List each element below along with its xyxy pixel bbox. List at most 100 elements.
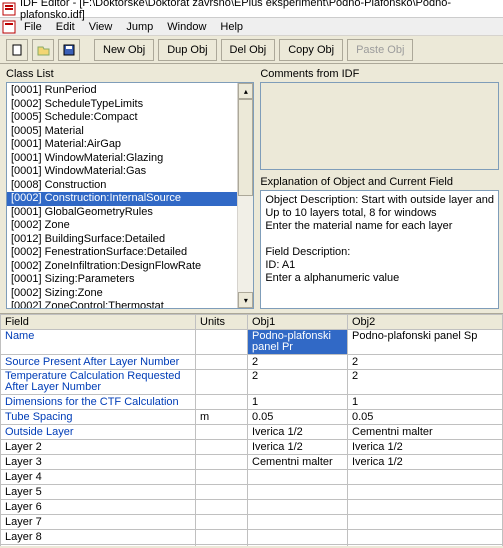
list-item[interactable]: [0002] Sizing:Zone: [7, 287, 237, 301]
cell-units[interactable]: [196, 395, 248, 410]
scroll-down-icon[interactable]: ▾: [238, 292, 253, 308]
cell-field[interactable]: Layer 4: [1, 470, 196, 485]
cell-obj1[interactable]: [248, 515, 348, 530]
list-item[interactable]: [0001] Sizing:Parameters: [7, 273, 237, 287]
col-obj1[interactable]: Obj1: [248, 315, 348, 330]
save-file-icon[interactable]: [58, 39, 80, 61]
cell-field[interactable]: Layer 6: [1, 500, 196, 515]
list-item[interactable]: [0001] WindowMaterial:Glazing: [7, 152, 237, 166]
cell-field[interactable]: Outside Layer: [1, 425, 196, 440]
scroll-up-icon[interactable]: ▴: [238, 83, 253, 99]
dup-obj-button[interactable]: Dup Obj: [158, 39, 216, 61]
list-item[interactable]: [0002] FenestrationSurface:Detailed: [7, 246, 237, 260]
cell-obj1[interactable]: 1: [248, 395, 348, 410]
cell-obj2[interactable]: 2: [348, 355, 503, 370]
cell-obj2[interactable]: [348, 470, 503, 485]
cell-obj2[interactable]: Cementni malter: [348, 425, 503, 440]
list-item[interactable]: [0001] Material:AirGap: [7, 138, 237, 152]
cell-units[interactable]: [196, 355, 248, 370]
list-item[interactable]: [0001] GlobalGeometryRules: [7, 206, 237, 220]
menu-file[interactable]: File: [18, 20, 48, 34]
cell-field[interactable]: Layer 8: [1, 530, 196, 545]
list-item[interactable]: [0005] Material: [7, 125, 237, 139]
cell-field[interactable]: Source Present After Layer Number: [1, 355, 196, 370]
cell-field[interactable]: Layer 9: [1, 545, 196, 547]
new-obj-button[interactable]: New Obj: [94, 39, 154, 61]
class-list[interactable]: [0001] RunPeriod[0002] ScheduleTypeLimit…: [6, 82, 254, 309]
list-item[interactable]: [0008] Construction: [7, 179, 237, 193]
cell-obj1[interactable]: Iverica 1/2: [248, 425, 348, 440]
mdi-icon[interactable]: [2, 20, 16, 34]
cell-obj2[interactable]: [348, 515, 503, 530]
cell-obj2[interactable]: [348, 530, 503, 545]
cell-obj1[interactable]: [248, 530, 348, 545]
cell-units[interactable]: [196, 425, 248, 440]
cell-obj2[interactable]: 2: [348, 370, 503, 395]
cell-obj2[interactable]: [348, 485, 503, 500]
cell-obj1[interactable]: Iverica 1/2: [248, 440, 348, 455]
cell-obj2[interactable]: 1: [348, 395, 503, 410]
cell-field[interactable]: Layer 5: [1, 485, 196, 500]
cell-units[interactable]: [196, 455, 248, 470]
cell-units[interactable]: [196, 515, 248, 530]
cell-units[interactable]: m: [196, 410, 248, 425]
cell-field[interactable]: Dimensions for the CTF Calculation: [1, 395, 196, 410]
cell-obj1[interactable]: [248, 485, 348, 500]
list-item[interactable]: [0002] ZoneInfiltration:DesignFlowRate: [7, 260, 237, 274]
field-grid[interactable]: Field Units Obj1 Obj2 Name Podno-plafonsk…: [0, 314, 503, 546]
cell-units[interactable]: [196, 545, 248, 547]
cell-obj2[interactable]: [348, 545, 503, 547]
menu-edit[interactable]: Edit: [50, 20, 81, 34]
menu-window[interactable]: Window: [161, 20, 212, 34]
cell-units[interactable]: [196, 470, 248, 485]
col-units[interactable]: Units: [196, 315, 248, 330]
cell-obj1[interactable]: Podno-plafonski panel Pr: [248, 330, 348, 355]
cell-obj1[interactable]: [248, 500, 348, 515]
menu-help[interactable]: Help: [214, 20, 249, 34]
del-obj-button[interactable]: Del Obj: [221, 39, 276, 61]
cell-obj1[interactable]: 2: [248, 370, 348, 395]
cell-field[interactable]: Name: [1, 330, 196, 355]
cell-units[interactable]: [196, 440, 248, 455]
menu-jump[interactable]: Jump: [120, 20, 159, 34]
cell-obj1[interactable]: [248, 545, 348, 547]
cell-field[interactable]: Layer 2: [1, 440, 196, 455]
list-item[interactable]: [0012] BuildingSurface:Detailed: [7, 233, 237, 247]
cell-obj2[interactable]: [348, 500, 503, 515]
cell-field[interactable]: Temperature Calculation Requested After …: [1, 370, 196, 395]
list-item[interactable]: [0001] WindowMaterial:Gas: [7, 165, 237, 179]
col-obj2[interactable]: Obj2: [348, 315, 503, 330]
list-item[interactable]: [0005] Schedule:Compact: [7, 111, 237, 125]
cell-obj1[interactable]: [248, 470, 348, 485]
cell-obj2[interactable]: Iverica 1/2: [348, 455, 503, 470]
cell-field[interactable]: Layer 7: [1, 515, 196, 530]
cell-units[interactable]: [196, 370, 248, 395]
cell-units[interactable]: [196, 485, 248, 500]
cell-obj2[interactable]: Podno-plafonski panel Sp: [348, 330, 503, 355]
cell-obj2[interactable]: 0.05: [348, 410, 503, 425]
cell-field[interactable]: Tube Spacing: [1, 410, 196, 425]
app-icon: [2, 2, 16, 16]
cell-obj2[interactable]: Iverica 1/2: [348, 440, 503, 455]
list-item[interactable]: [0002] Zone: [7, 219, 237, 233]
col-field[interactable]: Field: [1, 315, 196, 330]
list-item[interactable]: [0002] ScheduleTypeLimits: [7, 98, 237, 112]
class-list-scrollbar[interactable]: ▴ ▾: [237, 83, 253, 308]
cell-field[interactable]: Layer 3: [1, 455, 196, 470]
menu-bar: File Edit View Jump Window Help: [0, 18, 503, 36]
menu-view[interactable]: View: [83, 20, 119, 34]
list-item[interactable]: [0002] Construction:InternalSource: [7, 192, 237, 206]
comments-box[interactable]: [260, 82, 499, 170]
open-file-icon[interactable]: [32, 39, 54, 61]
cell-units[interactable]: [196, 330, 248, 355]
list-item[interactable]: [0001] RunPeriod: [7, 84, 237, 98]
scroll-thumb[interactable]: [238, 99, 253, 196]
copy-obj-button[interactable]: Copy Obj: [279, 39, 343, 61]
cell-obj1[interactable]: 2: [248, 355, 348, 370]
new-file-icon[interactable]: [6, 39, 28, 61]
cell-obj1[interactable]: Cementni malter: [248, 455, 348, 470]
cell-obj1[interactable]: 0.05: [248, 410, 348, 425]
list-item[interactable]: [0002] ZoneControl:Thermostat: [7, 300, 237, 308]
cell-units[interactable]: [196, 530, 248, 545]
cell-units[interactable]: [196, 500, 248, 515]
